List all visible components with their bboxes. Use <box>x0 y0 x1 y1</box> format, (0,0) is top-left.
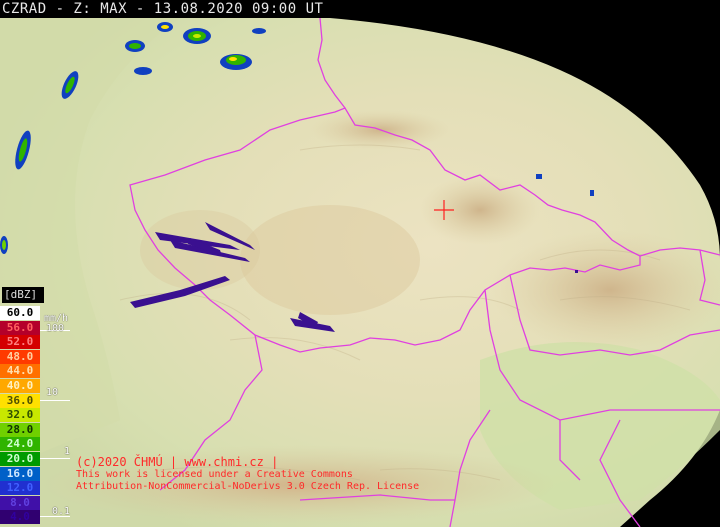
legend-level: 40.0 <box>0 379 40 393</box>
mmh-tick <box>40 458 70 459</box>
license-line: This work is licensed under a Creative C… <box>76 469 353 480</box>
legend-level: 44.0 <box>0 364 40 379</box>
legend-unit-label: [dBZ] <box>2 287 44 303</box>
legend-level: 60.0 <box>0 306 40 320</box>
mmh-tick-label: 1 <box>64 446 71 457</box>
legend-level: 52.0 <box>0 335 40 350</box>
legend-level: 36.0 <box>0 393 40 408</box>
legend-level: 20.0 <box>0 452 40 466</box>
copyright-notice: (c)2020 ČHMÚ | www.chmi.cz | This work i… <box>76 455 419 493</box>
copyright-line: (c)2020 ČHMÚ | www.chmi.cz | <box>76 455 279 469</box>
license-name-line: Attribution-NonCommercial-NoDerivs 3.0 C… <box>76 481 420 492</box>
mmh-tick-label: 10 <box>46 387 59 398</box>
mmh-tick <box>40 400 70 401</box>
legend-level: 28.0 <box>0 422 40 437</box>
mmh-tick-label: 0.1 <box>52 506 71 517</box>
legend-level: 32.0 <box>0 408 40 423</box>
radar-title: CZRAD - Z: MAX - 13.08.2020 09:00 UT <box>0 0 720 18</box>
legend-level: 16.0 <box>0 466 40 481</box>
mmh-tick-label: 100 <box>46 323 65 334</box>
radar-map <box>0 0 720 527</box>
legend-level: 8.0 <box>0 495 40 510</box>
legend-level: 4.0 <box>0 510 40 525</box>
legend-level: 48.0 <box>0 349 40 364</box>
legend-level: 56.0 <box>0 320 40 335</box>
legend-level: 12.0 <box>0 481 40 496</box>
legend-level: 24.0 <box>0 437 40 452</box>
